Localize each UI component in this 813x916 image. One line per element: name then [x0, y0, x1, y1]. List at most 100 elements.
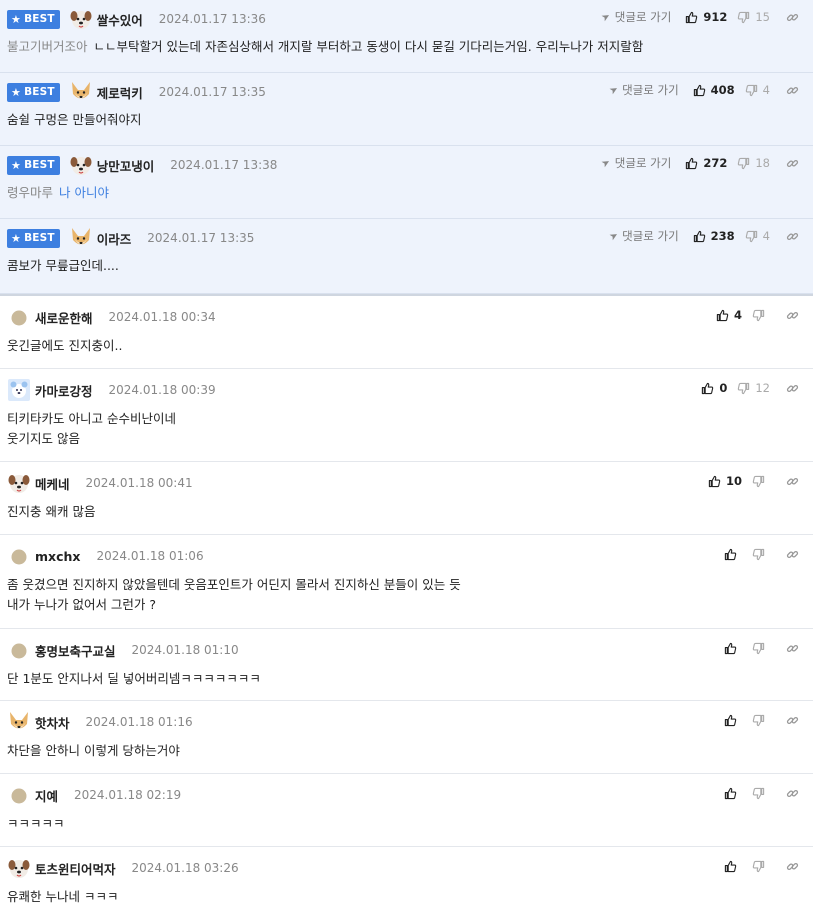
nickname[interactable]: 핫차차 [35, 713, 70, 732]
timestamp: 2024.01.18 01:16 [85, 715, 193, 729]
best-comment: ★ BEST 제로럭키 2024.01.17 13:35 ➤ 댓글로 가기 408 4 숨쉴 구… [0, 73, 813, 146]
arrow-icon: ➤ [607, 229, 621, 243]
downvote-count: 4 [762, 83, 770, 97]
nickname[interactable]: 이라즈 [97, 229, 132, 248]
comment-header: 홍명보축구교실 2024.01.18 01:10 [7, 638, 239, 662]
reply-link[interactable]: ➤ 댓글로 가기 [608, 82, 679, 98]
link-icon[interactable] [786, 230, 799, 243]
timestamp: 2024.01.17 13:35 [147, 231, 255, 245]
nickname[interactable]: 쌀수있어 [97, 10, 143, 29]
comment-actions: 10 [708, 471, 799, 491]
link-icon[interactable] [786, 11, 799, 24]
thumbs-down-icon [745, 230, 758, 243]
nickname[interactable]: mxchx [35, 549, 80, 564]
upvote-button[interactable]: 0 [701, 381, 727, 395]
link-icon[interactable] [786, 84, 799, 97]
nickname[interactable]: 제로럭키 [97, 83, 143, 102]
link-icon[interactable] [786, 309, 799, 322]
downvote-button[interactable]: 4 [745, 83, 770, 97]
downvote-button[interactable] [752, 714, 770, 727]
comment-line: 내가 누나가 없어서 그런가 ? [7, 597, 157, 612]
upvote-button[interactable]: 4 [716, 308, 742, 322]
comment-actions [724, 710, 799, 730]
downvote-button[interactable] [752, 475, 770, 488]
nickname[interactable]: 토츠윈티어먹자 [35, 859, 116, 878]
comment-item: mxchx 2024.01.18 01:06 좀 웃겼으면 진지하지 않았을텐데 웃… [0, 535, 813, 629]
timestamp: 2024.01.18 00:34 [108, 310, 216, 324]
timestamp: 2024.01.18 01:06 [96, 549, 204, 563]
downvote-button[interactable] [752, 642, 770, 655]
upvote-button[interactable] [724, 548, 742, 561]
comment-header: ★ BEST 제로럭키 2024.01.17 13:35 [7, 80, 266, 104]
comment-line: 좀 웃겼으면 진지하지 않았을텐데 웃음포인트가 어딘지 몰라서 진지하신 분들… [7, 577, 461, 592]
reply-link[interactable]: ➤ 댓글로 가기 [600, 155, 672, 171]
comment-line: 단 1분도 안지나서 딜 넣어버리넴ㅋㅋㅋㅋㅋㅋㅋ [7, 671, 261, 686]
comment-header: mxchx 2024.01.18 01:06 [7, 544, 204, 568]
upvote-button[interactable] [724, 714, 742, 727]
dog-icon [69, 7, 93, 31]
timestamp: 2024.01.18 02:19 [74, 788, 182, 802]
downvote-button[interactable]: 15 [737, 10, 770, 24]
upvote-button[interactable] [724, 860, 742, 873]
thumbs-down-icon [737, 382, 750, 395]
downvote-count: 18 [755, 156, 770, 170]
link-icon[interactable] [786, 548, 799, 561]
comment-text: ㅋㅋㅋㅋㅋ [7, 814, 65, 834]
best-badge: ★ BEST [7, 228, 60, 248]
reply-link[interactable]: ➤ 댓글로 가기 [600, 9, 671, 25]
best-label: BEST [24, 86, 55, 98]
timestamp: 2024.01.18 03:26 [131, 861, 239, 875]
comment-text: 유쾌한 누나네 ㅋㅋㅋ [7, 887, 118, 907]
best-badge: ★ BEST [7, 82, 60, 102]
thumbs-up-icon [716, 309, 729, 322]
best-badge: ★ BEST [7, 155, 60, 175]
nickname[interactable]: 새로운한해 [35, 308, 93, 327]
default-avatar-icon [7, 638, 31, 662]
timestamp: 2024.01.17 13:36 [158, 12, 266, 26]
link-icon[interactable] [786, 475, 799, 488]
upvote-button[interactable]: 408 [693, 83, 735, 97]
upvote-button[interactable]: 10 [708, 474, 742, 488]
link-icon[interactable] [786, 860, 799, 873]
arrow-icon: ➤ [600, 10, 613, 24]
upvote-button[interactable] [724, 787, 742, 800]
reply-link-label: 댓글로 가기 [614, 156, 672, 170]
comment-text: 령우마루 나 아니야 [7, 183, 109, 203]
downvote-button[interactable] [752, 548, 770, 561]
downvote-button[interactable] [752, 787, 770, 800]
upvote-count: 238 [710, 229, 735, 243]
link-icon[interactable] [786, 714, 799, 727]
thumbs-down-icon [752, 475, 765, 488]
reply-mention[interactable]: 령우마루 [7, 185, 53, 200]
comment-actions [724, 856, 799, 876]
downvote-button[interactable] [752, 860, 770, 873]
nickname[interactable]: 지예 [35, 786, 58, 805]
reply-link[interactable]: ➤ 댓글로 가기 [607, 228, 679, 244]
link-icon[interactable] [786, 642, 799, 655]
downvote-button[interactable] [752, 309, 770, 322]
nickname[interactable]: 메케네 [35, 474, 70, 493]
link-icon[interactable] [786, 382, 799, 395]
reply-mention[interactable]: 불고기버거조아 [7, 39, 88, 54]
comment-line: 진지충 왜캐 많음 [7, 504, 96, 519]
link-icon[interactable] [786, 787, 799, 800]
comment-text: 불고기버거조아 ㄴㄴ부탁할거 있는데 자존심상해서 개지랄 부터하고 동생이 다시… [7, 37, 643, 57]
star-icon: ★ [11, 231, 22, 245]
upvote-button[interactable]: 912 [685, 10, 727, 24]
thumbs-up-icon [724, 860, 737, 873]
upvote-button[interactable]: 238 [693, 229, 735, 243]
upvote-button[interactable] [724, 642, 742, 655]
downvote-button[interactable]: 4 [745, 229, 770, 243]
downvote-button[interactable]: 12 [737, 381, 770, 395]
nickname[interactable]: 낭만꼬냉이 [97, 156, 155, 175]
nickname[interactable]: 카마로강정 [35, 381, 93, 400]
link-icon[interactable] [786, 157, 799, 170]
downvote-button[interactable]: 18 [737, 156, 770, 170]
comment-header: ★ BEST 낭만꼬냉이 2024.01.17 13:38 [7, 153, 277, 177]
comment-item: 새로운한해 2024.01.18 00:34 4 웃긴글에도 진지충이.. [0, 296, 813, 369]
comment-actions: ➤ 댓글로 가기 272 18 [600, 153, 799, 173]
thumbs-up-icon [693, 230, 706, 243]
upvote-button[interactable]: 272 [685, 156, 727, 170]
downvote-count: 15 [755, 10, 770, 24]
nickname[interactable]: 홍명보축구교실 [35, 641, 116, 660]
